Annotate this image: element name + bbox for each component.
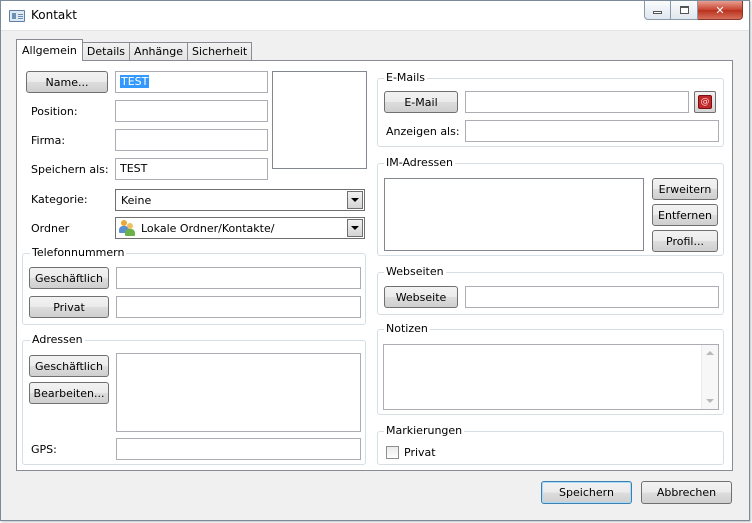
scroll-up-icon[interactable] (706, 351, 714, 355)
address-textarea[interactable] (116, 353, 361, 432)
speichern-als-field[interactable]: TEST (115, 158, 268, 180)
maximize-button[interactable] (671, 1, 698, 20)
im-adressen-group: IM-Adressen Erweitern Entfernen Profil..… (377, 156, 724, 256)
chevron-down-icon[interactable] (347, 191, 363, 209)
im-address-list[interactable] (384, 178, 644, 251)
telefonnummern-title: Telefonnummern (30, 246, 127, 259)
maximize-icon (679, 6, 689, 14)
compose-email-button[interactable]: @ (694, 91, 716, 113)
notizen-textarea[interactable] (383, 344, 719, 410)
scroll-down-icon[interactable] (706, 399, 714, 403)
webseiten-title: Webseiten (384, 265, 446, 278)
notizen-title: Notizen (384, 322, 430, 335)
kategorie-select[interactable]: Keine (115, 189, 365, 211)
tab-strip: Allgemein Details Anhänge Sicherheit (16, 39, 253, 61)
tab-allgemein[interactable]: Allgemein (16, 39, 83, 61)
firma-label: Firma: (31, 134, 66, 147)
name-value: TEST (120, 75, 150, 88)
title-bar: Kontakt ✕ (1, 1, 749, 31)
close-icon: ✕ (715, 3, 725, 17)
privat-checkbox[interactable] (386, 446, 399, 459)
im-profil-button[interactable]: Profil... (652, 230, 718, 252)
save-button[interactable]: Speichern (541, 481, 632, 504)
firma-field[interactable] (115, 129, 268, 151)
im-entfernen-button[interactable]: Entfernen (652, 204, 718, 226)
gps-label: GPS: (31, 443, 57, 456)
webseite-field[interactable] (465, 286, 719, 308)
im-adressen-title: IM-Adressen (384, 156, 456, 169)
webseite-button[interactable]: Webseite (384, 286, 458, 308)
minimize-button[interactable] (644, 1, 671, 20)
name-field[interactable]: TEST (115, 71, 268, 93)
caption-buttons: ✕ (644, 1, 743, 21)
adressen-group: Adressen Geschäftlich Bearbeiten... GPS: (22, 333, 366, 465)
notizen-group: Notizen (377, 322, 724, 415)
telefon-geschaeftlich-button[interactable]: Geschäftlich (29, 267, 109, 289)
ordner-value: Lokale Ordner/Kontakte/ (141, 221, 275, 235)
markierungen-group: Markierungen Privat (377, 424, 724, 465)
ordner-select[interactable]: Lokale Ordner/Kontakte/ (115, 217, 365, 239)
position-label: Position: (31, 105, 78, 118)
markierungen-title: Markierungen (384, 424, 465, 437)
anzeigen-als-label: Anzeigen als: (386, 125, 460, 138)
tab-panel-allgemein: Name... TEST Position: Firma: Speichern … (16, 60, 733, 471)
tab-sicherheit[interactable]: Sicherheit (186, 42, 253, 61)
telefonnummern-group: Telefonnummern Geschäftlich Privat (22, 246, 366, 325)
contact-photo[interactable] (272, 71, 367, 169)
chevron-down-icon[interactable] (347, 219, 363, 237)
kategorie-label: Kategorie: (31, 193, 88, 206)
privat-checkbox-label: Privat (404, 446, 436, 459)
arrow-down-glyph (351, 226, 359, 230)
telefon-geschaeftlich-field[interactable] (116, 267, 361, 289)
arrow-down-glyph (351, 198, 359, 202)
gps-field[interactable] (116, 438, 361, 460)
telefon-privat-button[interactable]: Privat (29, 296, 109, 318)
notizen-scrollbar[interactable] (701, 345, 718, 409)
email-icon: @ (698, 95, 712, 109)
email-field[interactable] (465, 91, 689, 113)
window-title: Kontakt (31, 8, 77, 22)
anzeigen-als-field[interactable] (465, 120, 719, 142)
im-erweitern-button[interactable]: Erweitern (652, 178, 718, 200)
speichern-als-label: Speichern als: (31, 163, 109, 176)
adresse-bearbeiten-button[interactable]: Bearbeiten... (29, 382, 109, 404)
name-button[interactable]: Name... (26, 71, 108, 93)
emails-title: E-Mails (384, 71, 427, 84)
webseiten-group: Webseiten Webseite (377, 265, 724, 315)
adressen-title: Adressen (30, 333, 85, 346)
adresse-geschaeftlich-button[interactable]: Geschäftlich (29, 355, 109, 377)
ordner-label: Ordner (31, 222, 70, 235)
kategorie-value: Keine (121, 193, 152, 207)
email-button[interactable]: E-Mail (384, 91, 458, 113)
contacts-folder-icon (119, 220, 135, 236)
close-button[interactable]: ✕ (698, 1, 743, 20)
minimize-icon (653, 11, 662, 14)
tab-anhaenge[interactable]: Anhänge (129, 42, 188, 61)
position-field[interactable] (115, 100, 268, 122)
emails-group: E-Mails E-Mail @ Anzeigen als: (377, 71, 724, 147)
contact-window: Kontakt ✕ Allgemein Details Anhänge Sich… (0, 0, 750, 521)
tab-details[interactable]: Details (81, 42, 131, 61)
cancel-button[interactable]: Abbrechen (641, 481, 732, 504)
person-body (125, 229, 135, 236)
telefon-privat-field[interactable] (116, 296, 361, 318)
contact-card-icon (9, 10, 25, 22)
